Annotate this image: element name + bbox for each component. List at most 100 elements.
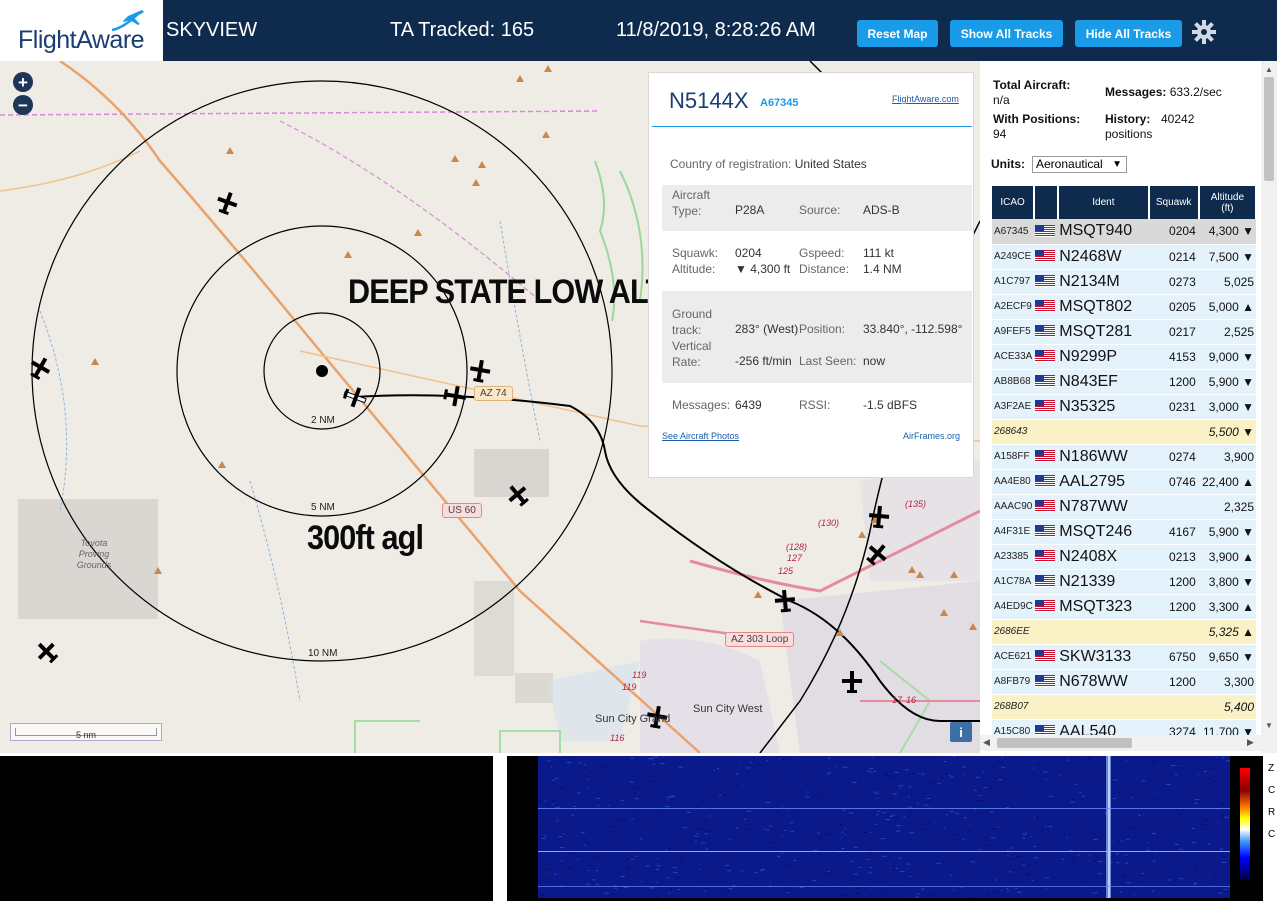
scroll-down-icon[interactable]: ▼ — [1265, 721, 1273, 730]
squawk-cell: 0273 — [1148, 269, 1199, 295]
show-all-tracks-button[interactable]: Show All Tracks — [950, 20, 1063, 47]
exit-label: (135) — [905, 499, 927, 509]
table-row[interactable]: A158FF N186WW 0274 3,900 — [992, 444, 1256, 470]
squawk-cell: 1200 — [1148, 669, 1199, 695]
type-label: Aircraft Type: — [672, 188, 711, 218]
flag-cell — [1034, 344, 1059, 370]
reset-map-button[interactable]: Reset Map — [857, 20, 938, 47]
zoom-in-button[interactable]: + — [13, 72, 33, 92]
squawk-cell: 4167 — [1148, 519, 1199, 545]
place-sun-city-grand: Sun City Grand — [595, 713, 671, 725]
popup-registration: N5144X — [669, 88, 749, 113]
flag-cell — [1034, 269, 1059, 295]
altitude-cell: 3,300 — [1198, 669, 1256, 695]
us-flag-icon — [1035, 350, 1056, 363]
zoom-out-button[interactable]: − — [13, 95, 33, 115]
exit-label: (128) — [786, 542, 808, 552]
gspeed-label: Gspeed: — [799, 246, 845, 260]
table-row[interactable]: AA4E80 AAL2795 0746 22,400 ▲ — [992, 469, 1256, 495]
table-row[interactable]: A249CE N2468W 0214 7,500 ▼ — [992, 244, 1256, 270]
icao-cell: A1C78A — [992, 569, 1035, 595]
position-label: Position: — [799, 322, 846, 336]
flightaware-link[interactable]: FlightAware.com — [892, 94, 959, 104]
table-row[interactable]: A2ECF9 MSQT802 0205 5,000 ▲ — [992, 294, 1256, 320]
type-value: P28A — [735, 203, 765, 217]
table-row[interactable]: AAAC90 N787WW 2,325 — [992, 494, 1256, 520]
squawk-cell: 0217 — [1148, 319, 1199, 345]
ident-cell: N843EF — [1058, 369, 1149, 395]
vertical-scroll-thumb[interactable] — [1264, 77, 1274, 181]
col-ident-header[interactable]: Ident — [1058, 186, 1150, 219]
table-row[interactable]: A1C797 N2134M 0273 5,025 — [992, 269, 1256, 295]
ident-cell: N2134M — [1058, 269, 1149, 295]
squawk-cell: 1200 — [1148, 369, 1199, 395]
blank-video-pane — [0, 756, 493, 901]
exit-label: (130) — [818, 518, 840, 528]
lastseen-value: now — [863, 354, 886, 368]
airframes-link[interactable]: AirFrames.org — [903, 431, 960, 441]
table-row[interactable]: 268643 5,500 ▼ — [992, 419, 1256, 445]
total-aircraft-value: n/a — [993, 93, 1010, 107]
map-info-button[interactable]: i — [950, 722, 972, 742]
squawk-cell: 0746 — [1148, 469, 1199, 495]
altitude-cell: 3,900 ▲ — [1198, 544, 1256, 570]
overlay-annotation-title: DEEP STATE LOW ALT — [348, 273, 664, 311]
us-flag-icon — [1035, 550, 1056, 563]
col-icao-header[interactable]: ICAO — [992, 186, 1036, 219]
popup-hex-code[interactable]: A67345 — [760, 97, 799, 109]
table-row[interactable]: A1C78A N21339 1200 3,800 ▼ — [992, 569, 1256, 595]
rssi-label: RSSI: — [799, 398, 831, 412]
flightaware-logo[interactable]: FlightAware — [0, 0, 163, 61]
altitude-cell: 3,900 — [1198, 444, 1256, 470]
flag-cell — [1034, 619, 1059, 645]
scroll-left-icon[interactable]: ◀ — [983, 737, 990, 748]
ident-cell — [1058, 619, 1149, 645]
table-row[interactable]: ACE621 SKW3133 6750 9,650 ▼ — [992, 644, 1256, 670]
table-row[interactable]: A23385 N2408X 0213 3,900 ▲ — [992, 544, 1256, 570]
scroll-right-icon[interactable]: ▶ — [1247, 737, 1254, 748]
units-select[interactable]: Aeronautical ▼ — [1032, 156, 1127, 173]
squawk-cell — [1148, 619, 1199, 645]
us-flag-icon — [1035, 275, 1056, 288]
gear-icon[interactable] — [1190, 18, 1218, 46]
table-row[interactable]: AB8B68 N843EF 1200 5,900 ▼ — [992, 369, 1256, 395]
table-row[interactable]: A8FB79 N678WW 1200 3,300 — [992, 669, 1256, 695]
us-flag-icon — [1035, 475, 1056, 488]
hide-all-tracks-button[interactable]: Hide All Tracks — [1075, 20, 1182, 47]
table-row[interactable]: 2686EE 5,325 ▲ — [992, 619, 1256, 645]
panel-vertical-scrollbar[interactable]: ▲ ▼ — [1261, 61, 1277, 753]
table-row[interactable]: A9FEF5 MSQT281 0217 2,525 — [992, 319, 1256, 345]
col-squawk-header[interactable]: Squawk — [1148, 186, 1200, 219]
flag-cell — [1034, 294, 1059, 320]
flag-cell — [1034, 244, 1059, 270]
ident-cell: MSQT246 — [1058, 519, 1149, 545]
skyview-app: FlightAware SKYVIEW TA Tracked: 165 11/8… — [0, 0, 1277, 905]
vrate-label: Vertical Rate: — [672, 339, 712, 369]
ident-cell: N9299P — [1058, 344, 1149, 370]
aircraft-list-panel: Total Aircraft: n/a Messages: 633.2/sec … — [980, 61, 1277, 753]
table-row[interactable]: A3F2AE N35325 0231 3,000 ▼ — [992, 394, 1256, 420]
scroll-up-icon[interactable]: ▲ — [1265, 65, 1273, 74]
altitude-cell: 22,400 ▲ — [1198, 469, 1256, 495]
overlay-annotation-altitude: 300ft agl — [307, 519, 424, 557]
table-row[interactable]: A4ED9C MSQT323 1200 3,300 ▲ — [992, 594, 1256, 620]
horizontal-scroll-thumb[interactable] — [997, 738, 1132, 748]
col-altitude-header[interactable]: Altitude (ft) — [1198, 186, 1258, 219]
icao-cell: ACE33A — [992, 344, 1035, 370]
squawk-value: 0204 — [735, 246, 762, 260]
country-value: United States — [794, 157, 867, 171]
flag-cell — [1034, 419, 1059, 445]
panel-horizontal-scrollbar[interactable]: ◀ ▶ — [980, 735, 1261, 751]
table-row[interactable]: A67345 MSQT940 0204 4,300 ▼ — [992, 219, 1256, 245]
altitude-value: ▼ 4,300 ft — [735, 262, 791, 276]
flag-cell — [1034, 494, 1059, 520]
table-row[interactable]: ACE33A N9299P 4153 9,000 ▼ — [992, 344, 1256, 370]
ident-cell: N186WW — [1058, 444, 1149, 470]
aircraft-photos-link[interactable]: See Aircraft Photos — [662, 431, 739, 441]
ident-cell: N21339 — [1058, 569, 1149, 595]
flag-cell — [1034, 569, 1059, 595]
col-flag-header[interactable] — [1034, 186, 1060, 219]
table-row[interactable]: A4F31E MSQT246 4167 5,900 ▼ — [992, 519, 1256, 545]
squawk-cell: 0231 — [1148, 394, 1199, 420]
table-row[interactable]: 268B07 5,400 — [992, 694, 1256, 720]
